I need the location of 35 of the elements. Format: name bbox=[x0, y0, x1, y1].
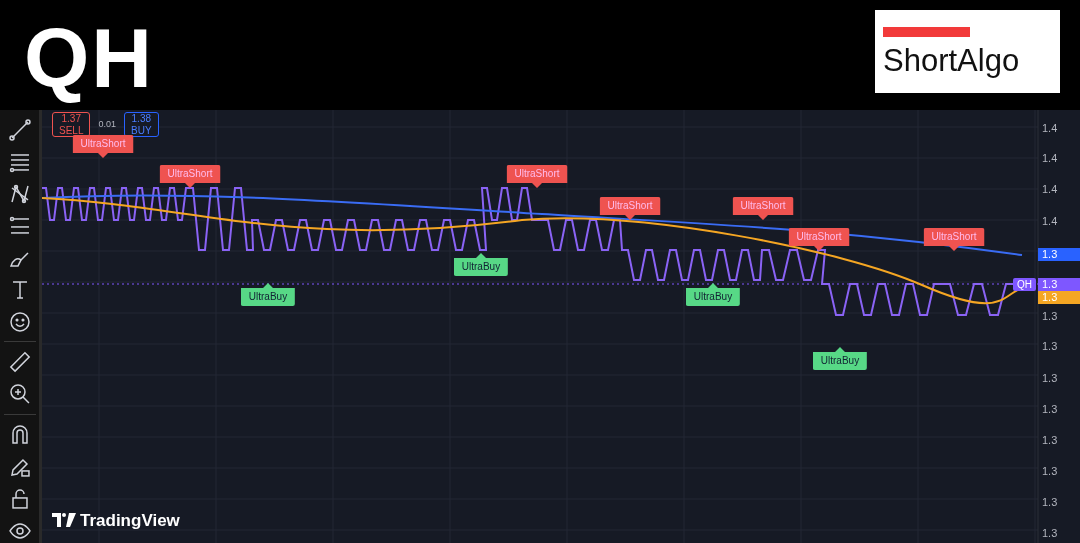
symbol-title: QH bbox=[24, 11, 154, 105]
short-signal-label: UltraShort bbox=[732, 197, 794, 220]
price-badge: 1.3 bbox=[1038, 248, 1080, 261]
price-badge: 1.3 bbox=[1038, 278, 1080, 291]
logo-bar-icon bbox=[883, 27, 970, 37]
buy-signal-label: UltraBuy bbox=[453, 253, 509, 276]
buy-button[interactable]: 1.38 BUY bbox=[124, 112, 159, 137]
price-tick-label: 1.4 bbox=[1042, 121, 1058, 136]
price-tick-label: 1.4 bbox=[1042, 214, 1058, 229]
sell-button[interactable]: 1.37 SELL bbox=[52, 112, 91, 137]
price-badge: 1.3 bbox=[1038, 291, 1080, 304]
smiley-icon[interactable] bbox=[7, 309, 32, 334]
price-tick-label: 1.3 bbox=[1042, 495, 1058, 510]
price-tick-label: 1.4 bbox=[1042, 151, 1058, 166]
price-tick-label: 1.3 bbox=[1042, 526, 1058, 541]
buy-signal-label: UltraBuy bbox=[240, 283, 296, 306]
ruler-icon[interactable] bbox=[7, 350, 32, 375]
buy-signal-label: UltraBuy bbox=[685, 283, 741, 306]
logo-text: ShortAlgo bbox=[883, 45, 1021, 76]
short-signal-label: UltraShort bbox=[72, 135, 134, 158]
buy-signal-label: UltraBuy bbox=[812, 347, 868, 370]
price-tick-label: 1.3 bbox=[1042, 464, 1058, 479]
price-tick-label: 1.4 bbox=[1042, 182, 1058, 197]
price-tick-label: 1.3 bbox=[1042, 402, 1058, 417]
price-tick-label: 1.3 bbox=[1042, 371, 1058, 386]
short-signal-label: UltraShort bbox=[159, 165, 221, 188]
short-signal-label: UltraShort bbox=[506, 165, 568, 188]
price-tick-label: 1.3 bbox=[1042, 433, 1058, 448]
price-tick-label: 1.3 bbox=[1042, 309, 1058, 324]
trend-line-icon[interactable] bbox=[7, 118, 32, 142]
chart-logo-icon bbox=[52, 513, 76, 528]
series-tag: QH bbox=[1013, 278, 1036, 291]
price-tick-label: 1.3 bbox=[1042, 339, 1058, 354]
spread-text: 0.01 bbox=[98, 117, 116, 131]
logo-wordmark: TradingView bbox=[80, 509, 180, 532]
